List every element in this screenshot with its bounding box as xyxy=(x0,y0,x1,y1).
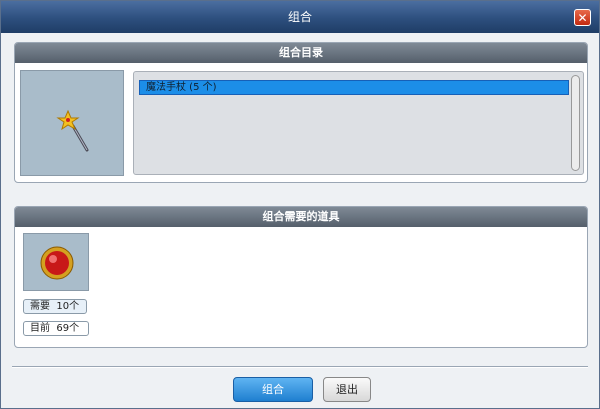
catalog-list-item[interactable]: 魔法手杖 (5 个) xyxy=(139,80,569,95)
needed-value: 10个 xyxy=(56,301,80,312)
current-label: 目前 xyxy=(30,323,50,334)
needed-label: 需要 xyxy=(30,301,50,312)
title-bar: 组合 ✕ xyxy=(1,1,599,33)
current-badge: 目前 69个 xyxy=(23,321,89,336)
requirements-header: 组合需要的道具 xyxy=(15,207,587,227)
close-button[interactable]: ✕ xyxy=(574,9,591,26)
window-title: 组合 xyxy=(287,10,312,24)
combine-button[interactable]: 组合 xyxy=(233,377,313,402)
catalog-list[interactable]: 魔法手杖 (5 个) xyxy=(133,71,584,175)
catalog-header: 组合目录 xyxy=(15,43,587,63)
required-item-slot[interactable] xyxy=(23,233,89,291)
red-orb-icon xyxy=(40,246,74,280)
requirements-panel: 组合需要的道具 需要 10个 目前 69个 xyxy=(14,206,588,348)
close-icon: ✕ xyxy=(577,11,588,25)
footer-divider xyxy=(12,366,588,368)
current-value: 69个 xyxy=(56,323,80,334)
exit-button[interactable]: 退出 xyxy=(323,377,371,402)
combine-window: 组合 ✕ 组合目录 魔法手杖 (5 个) 组合需要的道具 需要 10个 目前 6… xyxy=(0,0,600,409)
needed-badge: 需要 10个 xyxy=(23,299,87,314)
magic-wand-icon xyxy=(56,109,89,152)
selected-item-preview xyxy=(20,70,124,176)
catalog-panel: 组合目录 魔法手杖 (5 个) xyxy=(14,42,588,183)
catalog-scrollbar[interactable] xyxy=(571,75,580,171)
